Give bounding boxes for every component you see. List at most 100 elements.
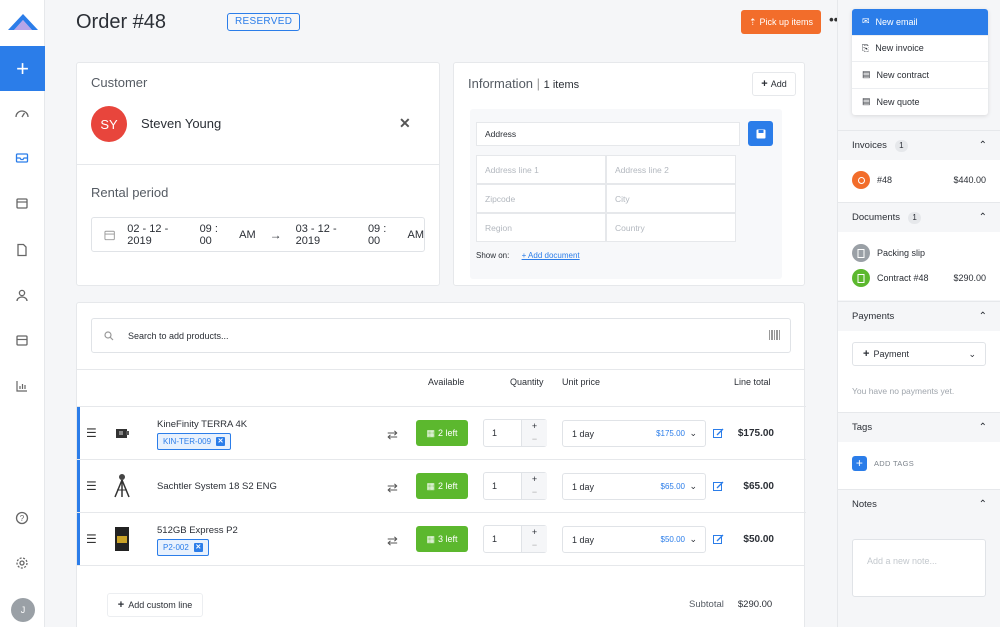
edit-icon[interactable] [713,534,724,545]
tags-section-header[interactable]: Tags ⌃ [838,412,1000,442]
product-name[interactable]: Sachtler System 18 S2 ENG [157,481,277,492]
add-payment-button[interactable]: + Payment ⌄ [852,342,986,366]
chevron-up-icon[interactable]: ⌃ [979,212,987,223]
chevron-up-icon[interactable]: ⌃ [979,140,987,151]
sku-label: KIN-TER-009 [163,437,212,446]
reports-icon[interactable] [12,376,32,396]
decrement-button[interactable]: − [522,486,547,499]
increment-button[interactable]: + [522,473,547,486]
new-invoice-item[interactable]: ⎘ New invoice [852,36,988,62]
drag-handle-icon[interactable]: ☰ [86,426,97,440]
unit-price: $175.00 [656,429,685,438]
end-time[interactable]: 09 : 00 [368,223,400,247]
documents-section-header[interactable]: Documents 1 ⌃ [838,202,1000,232]
tags-panel: + ADD TAGS [838,442,1000,489]
svg-text:?: ? [20,514,25,523]
product-search-input[interactable]: Search to add products... [91,318,791,353]
rental-period-picker[interactable]: 02 - 12 - 2019 09 : 00 AM → 03 - 12 - 20… [91,217,425,252]
sku-tag: KIN-TER-009 ✕ [157,433,232,450]
price-period-select[interactable]: 1 day $65.00 ⌄ [562,473,706,500]
payments-section-header[interactable]: Payments ⌃ [838,301,1000,331]
add-document-link[interactable]: + Add document [522,251,580,260]
invoice-item[interactable]: #48 $440.00 [852,170,986,190]
end-date[interactable]: 03 - 12 - 2019 [296,223,360,247]
drag-handle-icon[interactable]: ☰ [86,532,97,546]
edit-icon[interactable] [713,481,724,492]
user-avatar[interactable]: J [11,598,35,622]
quantity-value[interactable]: 1 [492,481,497,491]
calendar-icon[interactable] [12,193,32,213]
barcode-icon[interactable] [769,330,781,340]
dashboard-icon[interactable] [12,104,32,124]
product-name[interactable]: 512GB Express P2 [157,525,238,536]
quantity-stepper[interactable]: 1 + − [483,472,547,500]
information-title: Information [468,76,534,91]
document-icon[interactable] [12,240,32,260]
customer-name[interactable]: Steven Young [141,116,221,131]
address-line-1-field[interactable]: Address line 1 [476,155,606,184]
drag-handle-icon[interactable]: ☰ [86,479,97,493]
new-contract-item[interactable]: ▤ New contract [852,62,988,89]
create-button[interactable]: + [0,46,45,91]
edit-icon[interactable] [713,428,724,439]
country-field[interactable]: Country [606,213,736,242]
document-item[interactable]: Contract #48 $290.00 [852,268,986,288]
show-on-label: Show on: [476,251,510,260]
availability-label: 2 left [438,481,458,491]
price-period-select[interactable]: 1 day $50.00 ⌄ [562,526,706,553]
box-icon[interactable] [12,330,32,350]
settings-gear-icon[interactable] [12,553,32,573]
start-time[interactable]: 09 : 00 [200,223,232,247]
chevron-up-icon[interactable]: ⌃ [979,499,987,510]
chevron-down-icon: ⌄ [689,481,697,491]
quantity-stepper[interactable]: 1 + − [483,419,547,447]
end-ampm[interactable]: AM [408,229,425,241]
save-address-button[interactable] [748,121,773,146]
product-name[interactable]: KineFinity TERRA 4K [157,419,247,430]
divider [77,565,804,566]
product-thumbnail [107,412,137,454]
quantity-value[interactable]: 1 [492,428,497,438]
decrement-button[interactable]: − [522,539,547,552]
notes-textarea[interactable]: Add a new note... [852,539,986,597]
inbox-icon[interactable] [12,148,32,168]
swap-icon[interactable]: ⇄ [387,427,398,443]
start-date[interactable]: 02 - 12 - 2019 [127,223,191,247]
price-period-select[interactable]: 1 day $175.00 ⌄ [562,420,706,447]
quantity-value[interactable]: 1 [492,534,497,544]
new-email-item[interactable]: ✉ New email [852,9,988,36]
zipcode-field[interactable]: Zipcode [476,184,606,213]
documents-count: 1 [908,211,922,224]
add-information-button[interactable]: + Add [752,72,796,96]
start-ampm[interactable]: AM [239,229,256,241]
swap-icon[interactable]: ⇄ [387,480,398,496]
invoices-section-header[interactable]: Invoices 1 ⌃ [838,130,1000,160]
new-quote-item[interactable]: ▤ New quote [852,89,988,116]
chevron-up-icon[interactable]: ⌃ [979,311,987,322]
help-icon[interactable]: ? [12,508,32,528]
document-icon [852,244,870,262]
remove-customer-close-icon[interactable]: ✕ [399,115,411,132]
region-field[interactable]: Region [476,213,606,242]
add-tags-button[interactable]: + ADD TAGS [852,456,914,471]
remove-tag-icon[interactable]: ✕ [193,543,203,552]
pick-up-items-button[interactable]: ⇡ Pick up items [741,10,821,34]
user-icon[interactable] [12,285,32,305]
swap-icon[interactable]: ⇄ [387,533,398,549]
chevron-up-icon[interactable]: ⌃ [979,422,987,433]
increment-button[interactable]: + [522,526,547,539]
invoices-list: #48 $440.00 [838,160,1000,202]
city-field[interactable]: City [606,184,736,213]
notes-section-header[interactable]: Notes ⌃ [838,489,1000,519]
app-logo[interactable] [6,10,40,34]
decrement-button[interactable]: − [522,433,547,446]
remove-tag-icon[interactable]: ✕ [216,437,226,446]
quantity-stepper[interactable]: 1 + − [483,525,547,553]
increment-button[interactable]: + [522,420,547,433]
line-total: $50.00 [743,534,774,545]
add-custom-line-button[interactable]: + Add custom line [107,593,203,617]
chevron-down-icon: ⌄ [968,348,976,359]
address-label-field[interactable]: Address [476,122,740,146]
address-line-2-field[interactable]: Address line 2 [606,155,736,184]
document-item[interactable]: Packing slip [852,243,986,263]
